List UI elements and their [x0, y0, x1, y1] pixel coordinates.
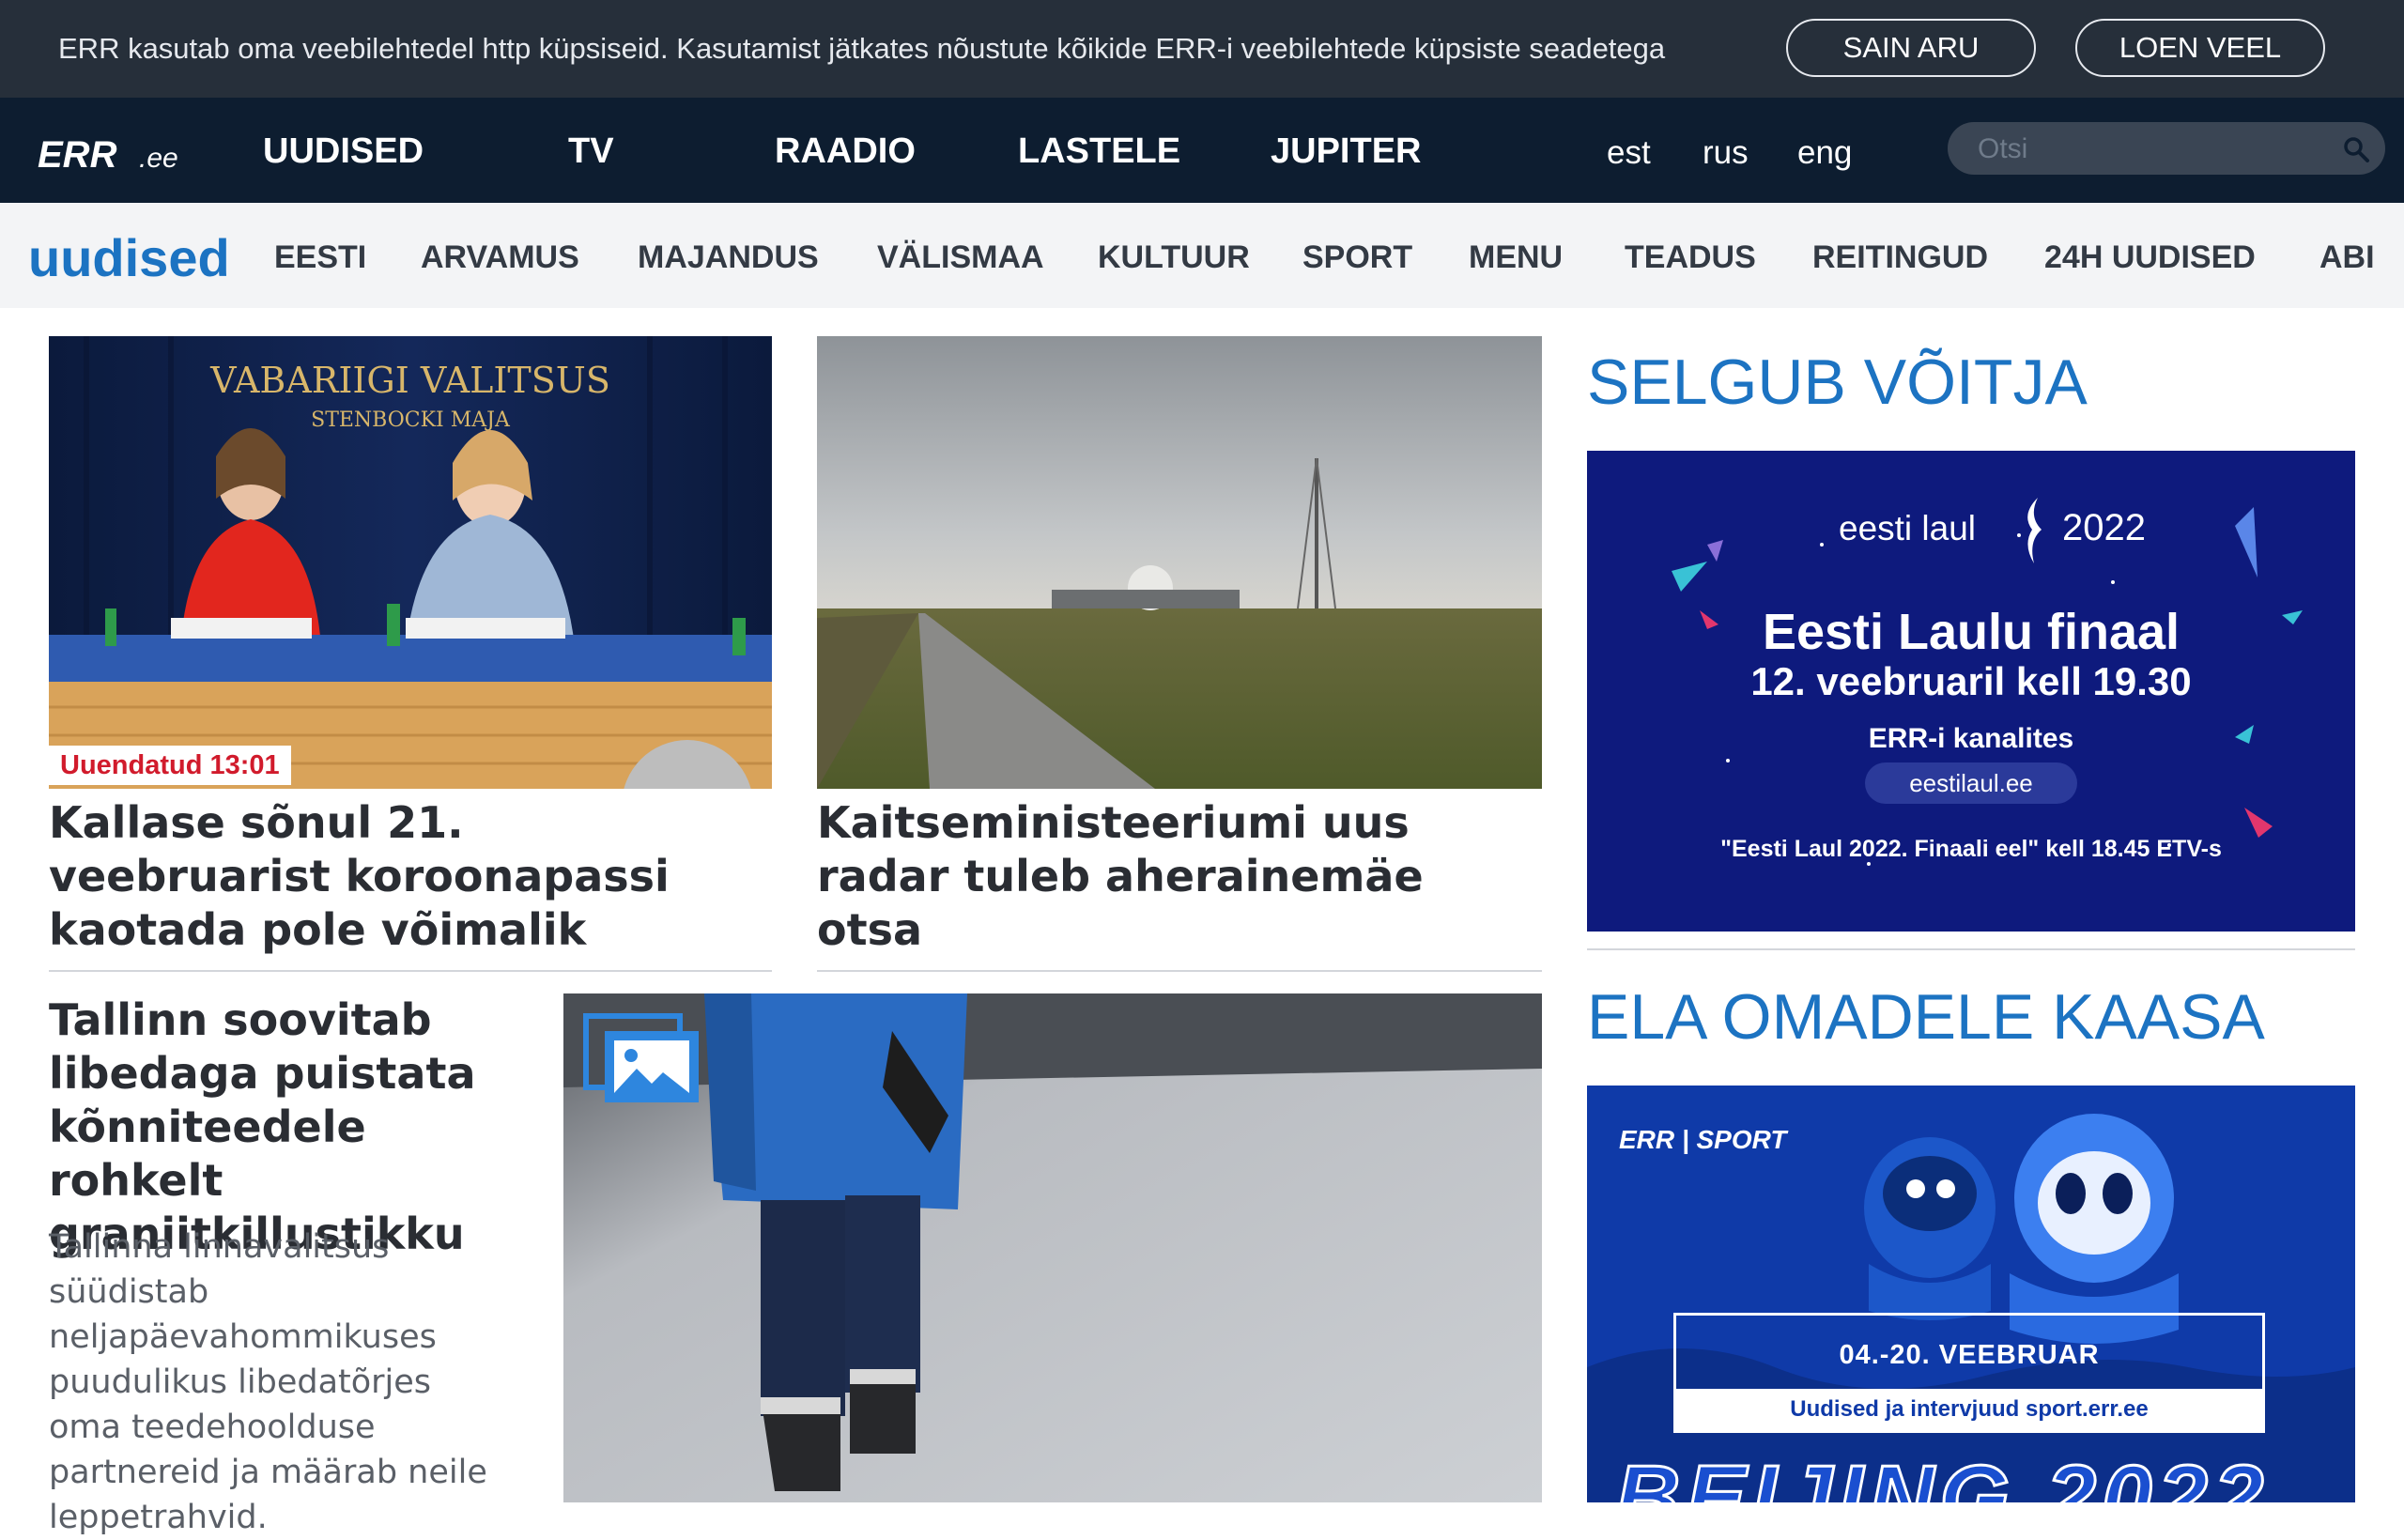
eesti-laul-title: Eesti Laulu finaal: [1762, 604, 2181, 660]
icy-sidewalk-image: [563, 993, 1542, 1502]
photo-sign-line2: STENBOCKI MAJA: [311, 408, 511, 432]
article-2-photo[interactable]: [817, 336, 1542, 789]
search-input[interactable]: [1976, 130, 2336, 169]
nav-uudised[interactable]: UUDISED: [263, 131, 424, 172]
err-sport-subtitle: Uudised ja intervjuud sport.err.ee: [1790, 1396, 2149, 1422]
err-sport-dates: 04.-20. VEEBRUAR: [1839, 1340, 2100, 1370]
lang-rus[interactable]: rus: [1703, 134, 1749, 172]
err-logo[interactable]: ERR .ee: [38, 131, 188, 178]
press-conference-image: VABARIIGI VALITSUS STENBOCKI MAJA: [49, 336, 772, 789]
article-1-title[interactable]: Kallase sõnul 21. veebruarist koroonapas…: [49, 796, 725, 957]
article-3-title[interactable]: Tallinn soovitab libedaga puistata kõnni…: [49, 993, 537, 1261]
nav-lastele[interactable]: LASTELE: [1018, 131, 1180, 172]
cookie-read-more-button[interactable]: LOEN VEEL: [2075, 19, 2325, 77]
eesti-laul-footer: "Eesti Laul 2022. Finaali eel" kell 18.4…: [1720, 836, 2222, 862]
sidebar-title-selgub-voitja: SELGUB VÕITJA: [1587, 346, 2088, 418]
eesti-laul-year: 2022: [2062, 507, 2146, 548]
article-1-photo[interactable]: VABARIIGI VALITSUS STENBOCKI MAJA: [49, 336, 772, 789]
nav-tv[interactable]: TV: [568, 131, 614, 172]
article-3-photo[interactable]: [563, 993, 1542, 1502]
eesti-laul-logo-icon: [2027, 498, 2042, 563]
eesti-laul-date: 12. veebruaril kell 19.30: [1750, 659, 2192, 703]
subnav-valismaa[interactable]: VÄLISMAA: [877, 239, 1044, 276]
cookie-agree-button[interactable]: SAIN ARU: [1786, 19, 2036, 77]
search-box: [1948, 122, 2385, 175]
article-3-lead: Tallinna linnavalitsus süüdistab neljapä…: [49, 1228, 487, 1536]
section-title[interactable]: uudised: [28, 227, 230, 288]
subnav-arvamus[interactable]: ARVAMUS: [421, 239, 579, 276]
err-sport-info-box: 04.-20. VEEBRUAR Uudised ja intervjuud s…: [1673, 1313, 2265, 1433]
sidebar-title-ela-omadele-kaasa: ELA OMADELE KAASA: [1587, 981, 2265, 1053]
nav-jupiter[interactable]: JUPITER: [1271, 131, 1421, 172]
photo-sign-line1: VABARIIGI VALITSUS: [209, 360, 610, 401]
eesti-laul-url-pill[interactable]: eestilaul.ee: [1865, 762, 2077, 804]
beijing-2022-text: BEIJING 2022: [1613, 1446, 2270, 1503]
eesti-laul-banner[interactable]: eesti laul 2022 Eesti Laulu finaal 12. v…: [1587, 451, 2355, 932]
updated-badge: Uuendatud 13:01: [49, 746, 291, 785]
gallery-icon: [583, 1013, 699, 1102]
err-sport-banner[interactable]: ERR | SPORT 04.-20. VEEBRUAR Uudised ja …: [1587, 1086, 2355, 1502]
article-2-divider: [817, 970, 1542, 972]
article-1-divider: [49, 970, 772, 972]
eesti-laul-brand: eesti laul: [1839, 509, 1977, 547]
subnav-eesti[interactable]: EESTI: [274, 239, 366, 276]
subnav-menu[interactable]: MENU: [1469, 239, 1563, 276]
subnav-reitingud[interactable]: REITINGUD: [1812, 239, 1988, 276]
subnav-kultuur[interactable]: KULTUUR: [1098, 239, 1250, 276]
article-2-title[interactable]: Kaitseministeeriumi uus radar tuleb aher…: [817, 796, 1542, 957]
subnav-teadus[interactable]: TEADUS: [1625, 239, 1756, 276]
eesti-laul-channels: ERR-i kanalites: [1868, 723, 2074, 754]
err-sport-brand: ERR | SPORT: [1619, 1125, 1787, 1154]
lang-est[interactable]: est: [1607, 134, 1651, 172]
lang-eng[interactable]: eng: [1797, 134, 1852, 172]
subnav-abi[interactable]: ABI: [2319, 239, 2375, 276]
svg-text:ERR: ERR: [38, 134, 117, 176]
cookie-bar: ERR kasutab oma veebilehtedel http küpsi…: [0, 0, 2404, 98]
cookie-message: ERR kasutab oma veebilehtedel http küpsi…: [58, 32, 1666, 65]
subnav-sport[interactable]: SPORT: [1302, 239, 1412, 276]
subnav-majandus[interactable]: MAJANDUS: [638, 239, 819, 276]
nav-raadio[interactable]: RAADIO: [775, 131, 916, 172]
radar-landscape-image: [817, 336, 1542, 789]
subnav-24h-uudised[interactable]: 24H UUDISED: [2044, 239, 2256, 276]
search-icon[interactable]: [2342, 135, 2370, 163]
sidebar-divider: [1587, 948, 2355, 950]
svg-text:.ee: .ee: [139, 143, 178, 174]
